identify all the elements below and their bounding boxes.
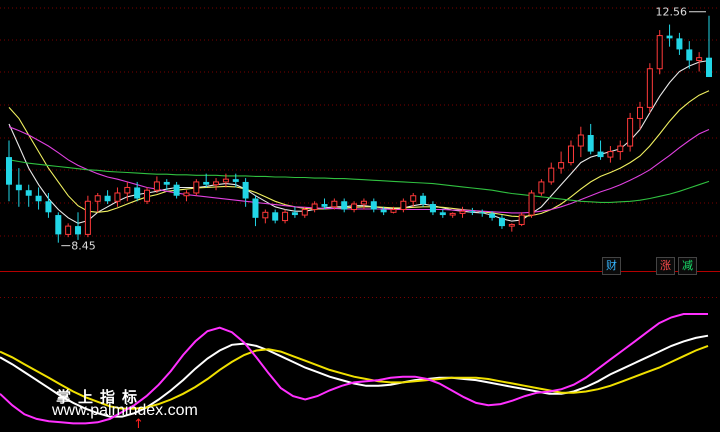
candle-body: [706, 57, 712, 78]
candle-body: [390, 209, 397, 213]
candle-body: [75, 226, 82, 235]
candle-body: [262, 211, 269, 219]
ma-line-0: [8, 59, 710, 224]
candle-body: [232, 179, 239, 182]
candle-body: [420, 195, 427, 205]
candle-body: [291, 212, 298, 216]
candle-body: [607, 151, 614, 158]
candle-body: [25, 190, 32, 196]
candle-body: [538, 181, 545, 194]
candle-body: [410, 195, 417, 202]
candle-body: [183, 192, 190, 197]
candle-body: [558, 162, 565, 169]
candle-body: [548, 167, 555, 183]
candle-body: [577, 134, 584, 147]
candle-body: [666, 35, 673, 39]
candle-body: [400, 200, 407, 211]
jian-badge[interactable]: 减: [678, 257, 697, 275]
candle-body: [124, 186, 131, 194]
candle-body: [498, 217, 505, 227]
candle-body: [479, 212, 486, 214]
candle-body: [55, 215, 62, 235]
candle-body: [449, 212, 456, 216]
candle-body: [104, 195, 111, 202]
candle-body: [114, 192, 121, 202]
up-arrow-icon: ↑: [133, 417, 144, 432]
stock-chart: 12.56 8.45: [0, 6, 720, 425]
low-price-label: 8.45: [71, 240, 96, 253]
candle-body: [676, 38, 683, 50]
candle-body: [65, 225, 72, 235]
candle-body: [459, 210, 466, 214]
candle-body: [252, 198, 259, 218]
candle-body: [469, 211, 476, 213]
candle-body: [646, 68, 653, 108]
candle-body: [153, 181, 160, 191]
candle-body: [617, 145, 624, 153]
candle-body: [370, 201, 377, 210]
candle-body: [242, 181, 249, 199]
candle-body: [439, 212, 446, 216]
candle-body: [597, 151, 604, 158]
candle-body: [282, 211, 289, 222]
zhang-badge[interactable]: 涨: [656, 257, 675, 275]
candle-body: [222, 178, 229, 183]
candle-body: [134, 187, 141, 199]
candle-body: [311, 203, 318, 211]
candle-body: [686, 49, 693, 61]
candle-body: [45, 201, 52, 213]
candle-body: [213, 181, 220, 186]
candle-body: [331, 200, 338, 208]
high-price-label: 12.56: [656, 6, 688, 19]
candle-body: [341, 201, 348, 210]
candle-body: [193, 181, 200, 194]
candle-body: [636, 106, 643, 119]
candle-body: [84, 200, 91, 235]
candle-body: [587, 135, 594, 152]
candle-body: [6, 157, 12, 185]
candle-body: [301, 209, 308, 216]
candle-body: [518, 214, 525, 225]
candle-body: [321, 204, 328, 207]
candle-body: [489, 213, 496, 218]
candle-body: [144, 189, 151, 202]
candle-body: [203, 181, 210, 185]
candle-body: [351, 203, 358, 211]
cai-badge[interactable]: 财: [602, 257, 621, 275]
candle-body: [360, 200, 367, 205]
candle-body: [35, 195, 42, 202]
ma-line-3: [8, 159, 710, 203]
candle-body: [696, 57, 703, 61]
candle-body: [528, 192, 535, 216]
candle-body: [173, 184, 180, 196]
candle-body: [163, 181, 170, 185]
candle-body: [272, 212, 279, 221]
candle-body: [656, 35, 663, 70]
candle-body: [627, 117, 634, 147]
candle-body: [380, 209, 387, 213]
watermark-url: www.palmindex.com: [52, 402, 198, 419]
candle-body: [508, 223, 515, 227]
candle-body: [15, 184, 22, 191]
candle-body: [94, 195, 101, 202]
candle-body: [429, 204, 436, 213]
candle-body: [567, 145, 574, 164]
